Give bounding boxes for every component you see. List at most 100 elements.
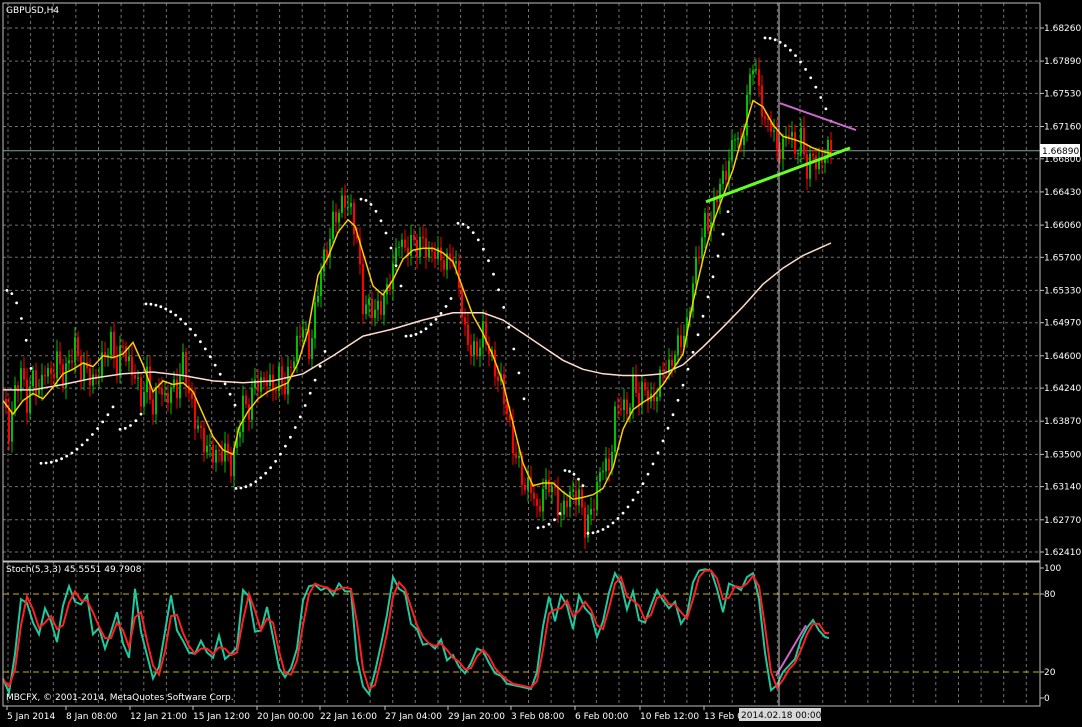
candle-body	[419, 236, 421, 258]
psar-dot	[60, 457, 63, 461]
candle-body	[242, 395, 244, 432]
candle-body	[830, 140, 832, 153]
candle-body	[623, 399, 625, 411]
candle-body	[809, 153, 811, 179]
candle-body	[776, 130, 778, 150]
candle-body	[110, 331, 112, 355]
candle-body	[680, 335, 682, 348]
candle-body	[191, 393, 193, 399]
candle-body	[224, 443, 226, 462]
candle-body	[662, 369, 664, 372]
candle-body	[758, 69, 760, 86]
candle-body	[251, 388, 253, 420]
candle-body	[593, 508, 595, 511]
candle-body	[143, 392, 145, 407]
psar-dot	[164, 307, 168, 311]
candle-body	[599, 472, 601, 482]
psar-dot	[517, 371, 521, 375]
psar-dot	[379, 219, 383, 223]
candle-body	[698, 257, 700, 259]
candle-body	[554, 486, 556, 488]
candle-body	[572, 490, 574, 492]
candle-body	[377, 301, 379, 310]
candle-body	[434, 251, 436, 259]
candle-body	[581, 489, 583, 508]
psar-dot	[568, 470, 571, 473]
candle-body	[566, 500, 568, 508]
psar-dot	[419, 330, 423, 334]
candle-body	[275, 390, 277, 392]
stoch-indicator-label: Stoch(5,3,3) 45.5551 49.7908	[6, 565, 142, 575]
candle-body	[209, 445, 211, 446]
psar-dot	[439, 312, 443, 315]
psar-dot	[169, 310, 173, 314]
psar-dot	[65, 454, 69, 458]
psar-dot	[783, 44, 787, 48]
psar-dot	[814, 85, 818, 89]
candle-body	[26, 379, 28, 413]
candle-body	[221, 451, 223, 462]
psar-dot	[691, 350, 695, 354]
candle-body	[374, 309, 376, 318]
psar-dot	[773, 38, 777, 42]
candle-body	[113, 331, 115, 358]
candle-body	[704, 212, 706, 238]
psar-dot	[706, 295, 710, 299]
candle-body	[140, 377, 142, 407]
candle-body	[614, 406, 616, 452]
psar-dot	[179, 317, 183, 321]
candle-body	[320, 271, 322, 296]
psar-dot	[572, 472, 576, 476]
psar-dot	[44, 461, 48, 465]
psar-dot	[676, 398, 680, 402]
candle-body	[230, 452, 232, 477]
psar-dot	[284, 444, 287, 448]
psar-dot	[75, 447, 79, 451]
psar-dot	[429, 323, 433, 326]
candle-body	[38, 389, 40, 395]
candle-body	[563, 500, 565, 515]
price-tick-label: 1.63870	[1044, 417, 1081, 427]
candle-body	[617, 406, 619, 409]
candle-body	[764, 116, 766, 119]
psar-dot	[434, 318, 438, 321]
trading-chart[interactable]: 1.68260 1.67890 1.67530 1.67160 1.66800 1.664…	[0, 0, 1082, 723]
psar-dot	[39, 461, 43, 465]
psar-dot	[218, 372, 222, 376]
candle-body	[308, 328, 310, 359]
psar-dot	[5, 289, 9, 292]
psar-dot	[536, 526, 540, 530]
candle-body	[413, 235, 415, 240]
candle-body	[314, 302, 316, 339]
psar-dot	[249, 483, 253, 486]
psar-dot	[471, 231, 475, 235]
time-tick-label: 6 Feb 00:00	[575, 712, 629, 722]
candle-body	[695, 257, 697, 284]
candle-body	[293, 361, 295, 368]
candle-body	[671, 359, 673, 366]
psar-dot	[558, 512, 562, 515]
psar-dot	[254, 480, 258, 483]
candle-body	[515, 453, 517, 458]
candle-body	[122, 346, 124, 348]
candle-body	[701, 237, 703, 258]
candle-body	[806, 154, 808, 179]
candle-body	[545, 479, 547, 490]
candle-body	[761, 85, 763, 117]
price-tick-label: 1.64240	[1044, 384, 1081, 394]
candle-body	[74, 337, 76, 363]
candle-body	[137, 377, 139, 379]
time-tick-label: 5 Jan 2014	[7, 712, 55, 722]
psar-dot	[456, 221, 460, 225]
candle-body	[338, 212, 340, 223]
candle-body	[791, 132, 793, 137]
candle-body	[404, 239, 406, 248]
psar-dot	[228, 392, 232, 396]
crosshair-time-label: 2014.02.18 00:00	[741, 711, 822, 721]
psar-dot	[234, 487, 238, 490]
stoch-tick-label: 80	[1044, 590, 1056, 600]
psar-dot	[681, 383, 685, 387]
candle-body	[716, 199, 718, 203]
psar-dot	[55, 459, 58, 463]
candle-body	[782, 138, 784, 159]
